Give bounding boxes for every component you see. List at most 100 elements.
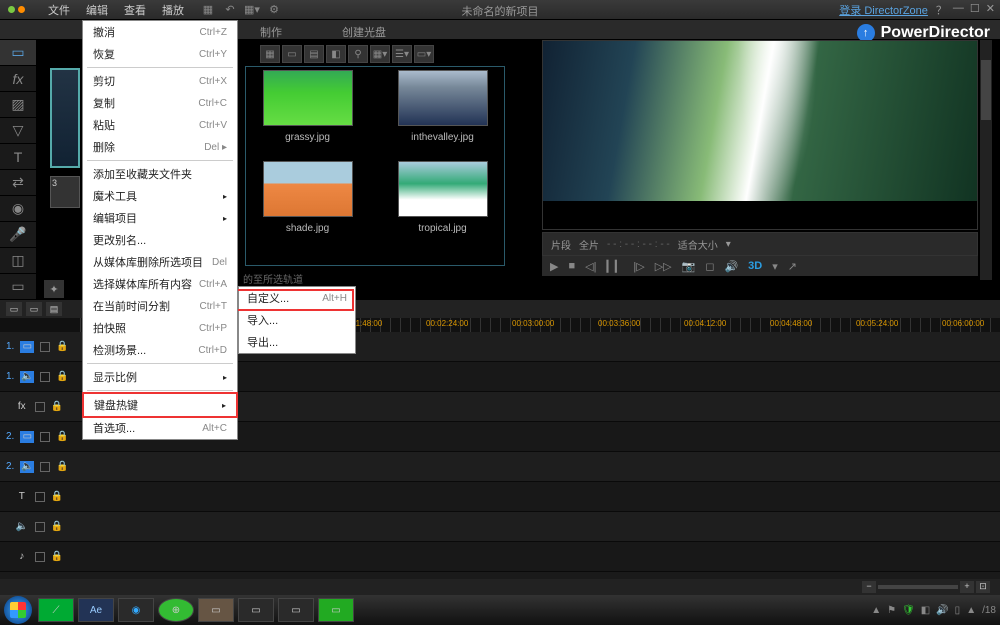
tool-subtitle[interactable]: ▭: [0, 274, 36, 300]
pause-button[interactable]: ▎▎: [606, 260, 623, 273]
track-row[interactable]: .♪🔒: [0, 542, 1000, 572]
volume-button[interactable]: 🔊: [724, 260, 738, 273]
menu-icon-1[interactable]: ▦: [200, 2, 216, 18]
snapshot-button[interactable]: 📷: [682, 260, 696, 273]
menu-item[interactable]: 撤消Ctrl+Z: [83, 21, 237, 43]
menu-item[interactable]: 显示比例▸: [83, 366, 237, 388]
menu-item[interactable]: 编辑项目▸: [83, 207, 237, 229]
lib-view-2[interactable]: ▭: [282, 45, 302, 63]
directorzone-link[interactable]: 登录 DirectorZone: [839, 2, 928, 18]
menu-icon-2[interactable]: ↶: [222, 2, 238, 18]
media-item[interactable]: grassy.jpg: [250, 70, 365, 143]
close-button[interactable]: ✕: [986, 2, 995, 18]
pv-fit[interactable]: 适合大小: [678, 237, 718, 252]
thumbnail-small[interactable]: 3: [50, 176, 80, 208]
menu-item[interactable]: 从媒体库删除所选项目Del: [83, 251, 237, 273]
tool-pip[interactable]: ▨: [0, 92, 36, 118]
scrollbar[interactable]: [980, 40, 992, 280]
lib-view-1[interactable]: ▦: [260, 45, 280, 63]
menu-item[interactable]: 键盘热键▸: [82, 392, 238, 418]
menu-item[interactable]: 检测场景...Ctrl+D: [83, 339, 237, 361]
tool-chapter[interactable]: ◫: [0, 248, 36, 274]
tool-audio[interactable]: ◉: [0, 196, 36, 222]
task-item[interactable]: ⟋: [38, 598, 74, 622]
tray-icon[interactable]: ◧: [921, 605, 930, 616]
tool-transition[interactable]: ⇄: [0, 170, 36, 196]
task-item[interactable]: ▭: [238, 598, 274, 622]
media-item[interactable]: tropical.jpg: [385, 161, 500, 234]
zoom-slider[interactable]: [878, 585, 958, 589]
tray-icon[interactable]: ▲: [966, 605, 976, 616]
tl-tool-1[interactable]: ▭: [6, 302, 22, 316]
submenu-item[interactable]: 导出...: [239, 331, 355, 353]
tab-disc[interactable]: 创建光盘: [332, 20, 396, 44]
lib-search[interactable]: ⚲: [348, 45, 368, 63]
submenu-item[interactable]: 自定义...Alt+H: [239, 287, 355, 309]
play-button[interactable]: ▶: [550, 260, 558, 273]
track-row[interactable]: 2.🔈🔒: [0, 452, 1000, 482]
maximize-button[interactable]: ☐: [970, 2, 980, 18]
tl-tool-3[interactable]: ▤: [46, 302, 62, 316]
start-button[interactable]: [4, 596, 32, 624]
zoom-in[interactable]: +: [960, 581, 974, 593]
chevron-down-icon[interactable]: ▾: [726, 239, 731, 250]
media-item[interactable]: shade.jpg: [250, 161, 365, 234]
lib-view-5[interactable]: ▦▾: [370, 45, 390, 63]
lib-view-4[interactable]: ◧: [326, 45, 346, 63]
menu-item[interactable]: 添加至收藏夹文件夹: [83, 163, 237, 185]
menu-item[interactable]: 粘贴Ctrl+V: [83, 114, 237, 136]
prev-frame-button[interactable]: ◁|: [585, 260, 596, 273]
tray-icon[interactable]: ▯: [955, 605, 961, 616]
tool-fx[interactable]: fx: [0, 66, 36, 92]
track-row[interactable]: .T🔒: [0, 482, 1000, 512]
task-item[interactable]: ▭: [318, 598, 354, 622]
menu-item[interactable]: 拍快照Ctrl+P: [83, 317, 237, 339]
preview-image[interactable]: [543, 41, 977, 201]
menu-file[interactable]: 文件: [40, 0, 78, 21]
menu-icon-3[interactable]: ▦▾: [244, 2, 260, 18]
task-item[interactable]: ◉: [118, 598, 154, 622]
menu-item[interactable]: 复制Ctrl+C: [83, 92, 237, 114]
undock-button[interactable]: ↗: [788, 260, 797, 273]
submenu-item[interactable]: 导入...: [239, 309, 355, 331]
gear-icon[interactable]: ⚙: [266, 2, 282, 18]
menu-item[interactable]: 首选项...Alt+C: [83, 417, 237, 439]
lib-view-6[interactable]: ☰▾: [392, 45, 412, 63]
tray-shield-icon[interactable]: 🛡: [902, 605, 915, 616]
tool-title[interactable]: T: [0, 144, 36, 170]
tool-mic[interactable]: 🎤: [0, 222, 36, 248]
menu-play[interactable]: 播放: [154, 0, 192, 21]
menu-item[interactable]: 选择媒体库所有内容Ctrl+A: [83, 273, 237, 295]
help-button[interactable]: ？: [936, 2, 947, 18]
pv-movie[interactable]: 全片: [579, 237, 599, 252]
tab-produce[interactable]: 制作: [250, 20, 292, 44]
zoom-fit[interactable]: ⊡: [976, 581, 990, 593]
tl-tool-2[interactable]: ▭: [26, 302, 42, 316]
task-item[interactable]: ⊕: [158, 598, 194, 622]
menu-item[interactable]: 在当前时间分割Ctrl+T: [83, 295, 237, 317]
menu-item[interactable]: 更改别名...: [83, 229, 237, 251]
tray-icon[interactable]: ▲: [871, 605, 881, 616]
tray-volume-icon[interactable]: 🔊: [936, 605, 948, 616]
menu-edit[interactable]: 编辑: [78, 0, 116, 21]
pv-dropdown[interactable]: ▾: [772, 260, 778, 273]
menu-view[interactable]: 查看: [116, 0, 154, 21]
task-item[interactable]: ▭: [278, 598, 314, 622]
menu-item[interactable]: 剪切Ctrl+X: [83, 70, 237, 92]
fast-forward-button[interactable]: ▷▷: [655, 260, 672, 273]
marker-button[interactable]: ✦: [44, 280, 64, 298]
menu-item[interactable]: 恢复Ctrl+Y: [83, 43, 237, 65]
selected-thumbnail[interactable]: [50, 68, 80, 168]
next-frame-button[interactable]: |▷: [633, 260, 644, 273]
3d-button[interactable]: 3D: [748, 260, 762, 272]
menu-item[interactable]: 删除Del ▸: [83, 136, 237, 158]
zoom-out[interactable]: −: [862, 581, 876, 593]
lib-view-7[interactable]: ▭▾: [414, 45, 434, 63]
task-item[interactable]: ▭: [198, 598, 234, 622]
menu-item[interactable]: 魔术工具▸: [83, 185, 237, 207]
loop-button[interactable]: ◻: [705, 260, 714, 273]
pv-clip[interactable]: 片段: [551, 237, 571, 252]
tool-particle[interactable]: ▽: [0, 118, 36, 144]
stop-button[interactable]: ■: [568, 260, 575, 272]
task-item[interactable]: Ae: [78, 598, 114, 622]
